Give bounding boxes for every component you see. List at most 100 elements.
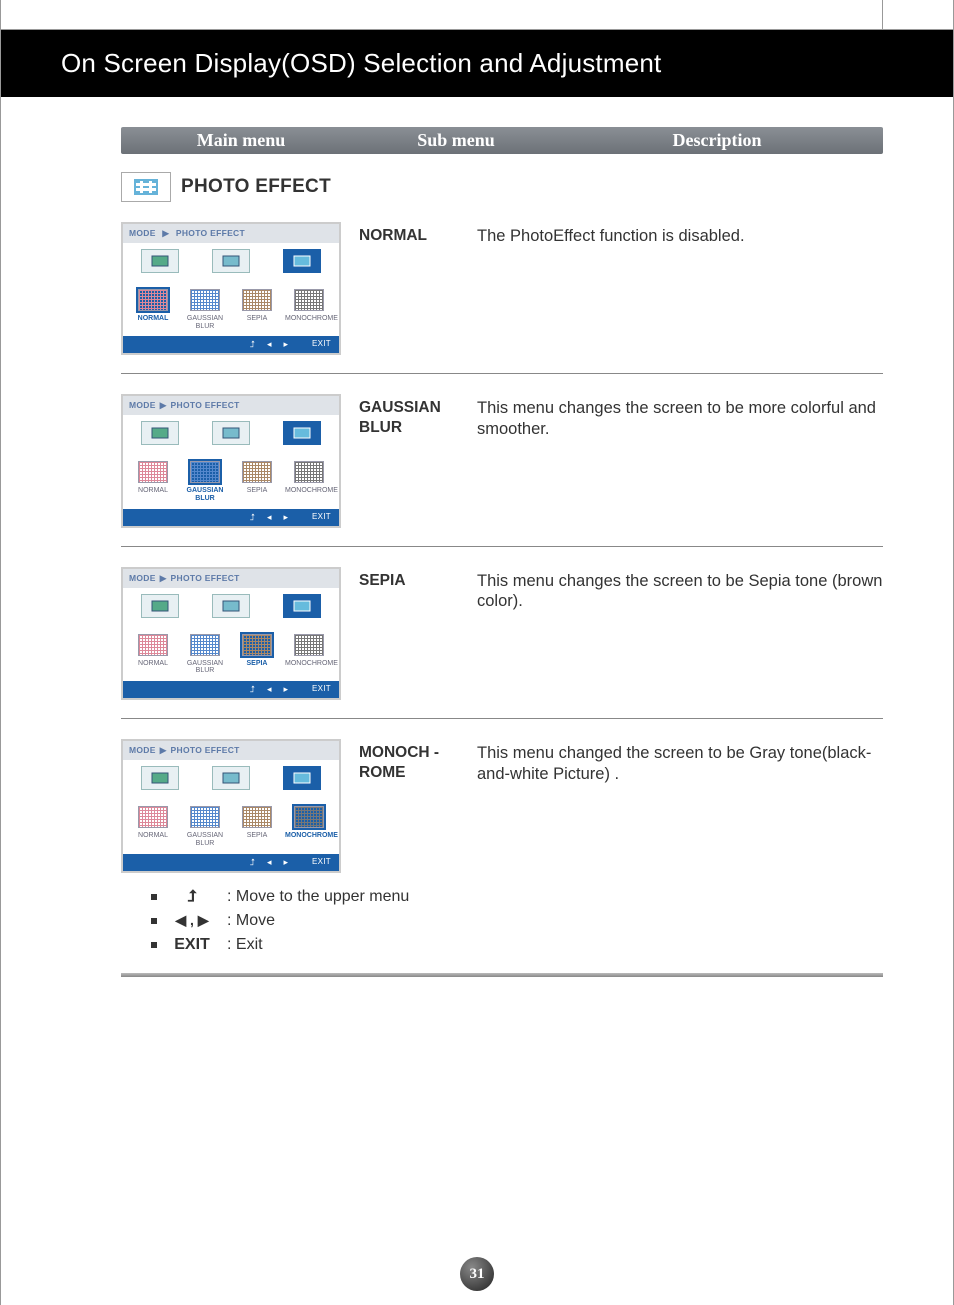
bullet-icon (151, 942, 157, 948)
opt-mono[interactable]: MONOCHROME (285, 289, 333, 330)
opt-sepia[interactable]: SEPIA (233, 289, 281, 330)
divider (121, 718, 883, 719)
opt-sepia[interactable]: SEPIA (233, 634, 281, 675)
tab-icon-1[interactable] (141, 594, 179, 618)
osd-exit[interactable]: EXIT (312, 857, 331, 868)
opt-gauss[interactable]: GAUSSIAN BLUR (181, 289, 229, 330)
opt-normal[interactable]: NORMAL (129, 289, 177, 330)
opt-mono[interactable]: MONOCHROME (285, 461, 333, 502)
bullet-icon (151, 918, 157, 924)
desc-normal: The PhotoEffect function is disabled. (477, 222, 883, 355)
left-icon[interactable]: ◂ (267, 339, 272, 350)
up-icon[interactable]: ⮥ (250, 512, 255, 523)
osd-panel-mono: MODE▶PHOTO EFFECT NORMAL GAUSSIAN BLUR S… (121, 739, 341, 872)
sub-gauss: GAUSSIAN BLUR (359, 394, 459, 527)
osd-breadcrumb: MODE ▶ PHOTO EFFECT (123, 224, 339, 243)
page-top-margin (1, 0, 953, 30)
crumb-mode: MODE (129, 228, 156, 238)
right-icon[interactable]: ▸ (283, 684, 288, 695)
legend-row-move: ◀ , ▶ : Move (151, 909, 883, 933)
sub-sepia: SEPIA (359, 567, 459, 700)
tab-icon-3[interactable] (283, 421, 321, 445)
osd-footer: ⮥ ◂ ▸ EXIT (123, 336, 339, 353)
tab-icon-3[interactable] (283, 249, 321, 273)
osd-tabs (123, 760, 339, 796)
osd-panel-gauss: MODE▶PHOTO EFFECT NORMAL GAUSSIAN BLUR S… (121, 394, 341, 527)
osd-panel-sepia: MODE▶PHOTO EFFECT NORMAL GAUSSIAN BLUR S… (121, 567, 341, 700)
up-icon[interactable]: ⮥ (250, 339, 255, 350)
osd-options: NORMAL GAUSSIAN BLUR SEPIA MONOCHROME (123, 796, 339, 853)
section-sepia: MODE▶PHOTO EFFECT NORMAL GAUSSIAN BLUR S… (121, 567, 883, 700)
osd-breadcrumb: MODE▶PHOTO EFFECT (123, 396, 339, 415)
photo-effect-icon (121, 172, 171, 202)
col-sub: Sub menu (361, 130, 551, 151)
right-icon[interactable]: ▸ (283, 857, 288, 868)
opt-gauss[interactable]: GAUSSIAN BLUR (181, 634, 229, 675)
opt-sepia[interactable]: SEPIA (233, 461, 281, 502)
up-icon[interactable]: ⮥ (250, 684, 255, 695)
tab-icon-2[interactable] (212, 766, 250, 790)
left-icon[interactable]: ◂ (267, 512, 272, 523)
opt-gauss[interactable]: GAUSSIAN BLUR (181, 461, 229, 502)
legend: ⮥ : Move to the upper menu ◀ , ▶ : Move … (151, 885, 883, 957)
osd-panel-normal: MODE ▶ PHOTO EFFECT NORMAL GAUSSIAN BLUR… (121, 222, 341, 355)
up-arrow-icon: ⮥ (167, 885, 217, 909)
right-icon[interactable]: ▸ (283, 339, 288, 350)
section-mono: MODE▶PHOTO EFFECT NORMAL GAUSSIAN BLUR S… (121, 739, 883, 872)
legend-row-exit: EXIT : Exit (151, 933, 883, 957)
opt-mono[interactable]: MONOCHROME (285, 806, 333, 847)
left-icon[interactable]: ◂ (267, 857, 272, 868)
left-icon[interactable]: ◂ (267, 684, 272, 695)
section-gauss: MODE▶PHOTO EFFECT NORMAL GAUSSIAN BLUR S… (121, 394, 883, 527)
desc-sepia: This menu changes the screen to be Sepia… (477, 567, 883, 700)
tab-icon-2[interactable] (212, 249, 250, 273)
legend-exit-text: : Exit (227, 933, 263, 957)
tab-icon-1[interactable] (141, 421, 179, 445)
osd-options: NORMAL GAUSSIAN BLUR SEPIA MONOCHROME (123, 451, 339, 508)
tab-icon-2[interactable] (212, 421, 250, 445)
opt-gauss[interactable]: GAUSSIAN BLUR (181, 806, 229, 847)
osd-footer: ⮥ ◂ ▸ EXIT (123, 509, 339, 526)
tab-icon-1[interactable] (141, 249, 179, 273)
osd-breadcrumb: MODE▶PHOTO EFFECT (123, 741, 339, 760)
left-right-arrows-icon: ◀ , ▶ (167, 910, 217, 931)
osd-footer: ⮥ ◂ ▸ EXIT (123, 681, 339, 698)
opt-normal[interactable]: NORMAL (129, 806, 177, 847)
main-menu-title: PHOTO EFFECT (181, 176, 331, 198)
legend-up-text: : Move to the upper menu (227, 885, 409, 909)
osd-exit[interactable]: EXIT (312, 512, 331, 523)
opt-sepia[interactable]: SEPIA (233, 806, 281, 847)
column-header-bar: Main menu Sub menu Description (121, 127, 883, 154)
osd-exit[interactable]: EXIT (312, 339, 331, 350)
tab-icon-3[interactable] (283, 766, 321, 790)
osd-footer: ⮥ ◂ ▸ EXIT (123, 854, 339, 871)
tab-icon-1[interactable] (141, 766, 179, 790)
legend-row-up: ⮥ : Move to the upper menu (151, 885, 883, 909)
osd-exit[interactable]: EXIT (312, 684, 331, 695)
legend-move-text: : Move (227, 909, 275, 933)
main-menu-title-row: PHOTO EFFECT (121, 172, 883, 202)
desc-gauss: This menu changes the screen to be more … (477, 394, 883, 527)
opt-normal[interactable]: NORMAL (129, 634, 177, 675)
page-title-bar: On Screen Display(OSD) Selection and Adj… (1, 30, 953, 97)
opt-normal[interactable]: NORMAL (129, 461, 177, 502)
divider (121, 546, 883, 547)
osd-options: NORMAL GAUSSIAN BLUR SEPIA MONOCHROME (123, 279, 339, 336)
crumb-sep: ▶ (162, 228, 169, 238)
tab-icon-3[interactable] (283, 594, 321, 618)
osd-options: NORMAL GAUSSIAN BLUR SEPIA MONOCHROME (123, 624, 339, 681)
bullet-icon (151, 894, 157, 900)
divider (121, 373, 883, 374)
tab-icon-2[interactable] (212, 594, 250, 618)
osd-tabs (123, 415, 339, 451)
osd-tabs (123, 243, 339, 279)
page-number: 31 (460, 1257, 494, 1291)
crumb-target: PHOTO EFFECT (176, 228, 245, 238)
right-icon[interactable]: ▸ (283, 512, 288, 523)
up-icon[interactable]: ⮥ (250, 857, 255, 868)
page-title: On Screen Display(OSD) Selection and Adj… (61, 48, 661, 78)
legend-exit-label: EXIT (167, 933, 217, 957)
section-normal: MODE ▶ PHOTO EFFECT NORMAL GAUSSIAN BLUR… (121, 222, 883, 355)
sub-normal: NORMAL (359, 222, 459, 355)
opt-mono[interactable]: MONOCHROME (285, 634, 333, 675)
